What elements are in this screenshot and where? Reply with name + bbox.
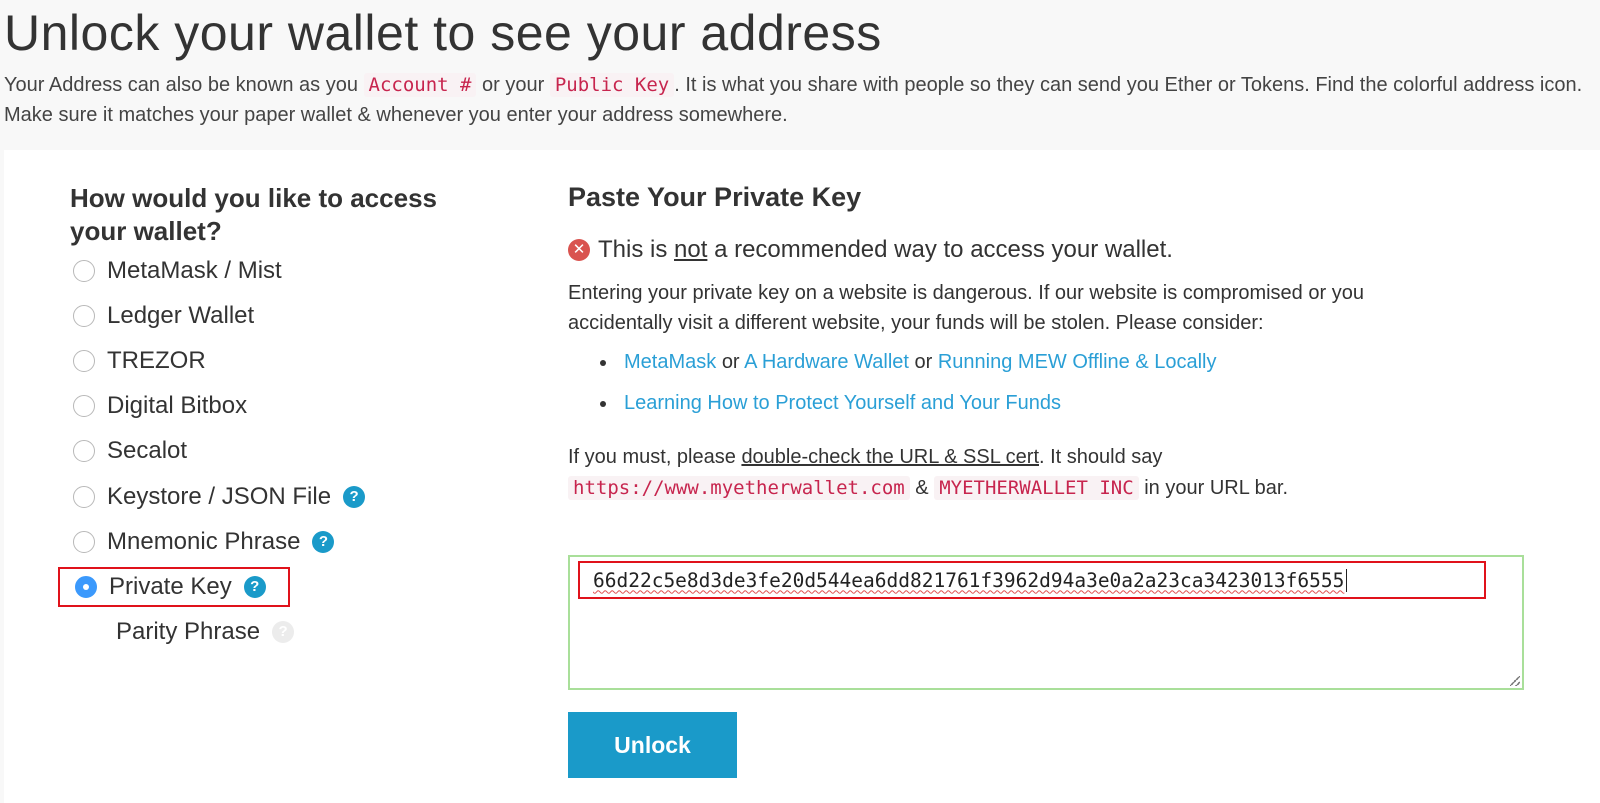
must-post: in your URL bar. xyxy=(1144,477,1289,499)
private-key-value-highlight: 66d22c5e8d3de3fe20d544ea6dd821761f3962d9… xyxy=(578,561,1486,599)
radio-metamask[interactable] xyxy=(73,260,95,282)
private-key-value[interactable]: 66d22c5e8d3de3fe20d544ea6dd821761f3962d9… xyxy=(593,568,1348,592)
offline-link[interactable]: Running MEW Offline & Locally xyxy=(938,351,1217,373)
page-description: Your Address can also be known as you Ac… xyxy=(4,70,1594,130)
desc-or: or your xyxy=(482,74,545,96)
must-pre: If you must, please xyxy=(568,446,736,468)
radio-mnemonic[interactable] xyxy=(73,531,95,553)
url-code: https://www.myetherwallet.com xyxy=(568,476,910,500)
warning-post: a recommended way to access your wallet. xyxy=(714,236,1173,263)
radio-trezor[interactable] xyxy=(73,350,95,372)
or-text: or xyxy=(721,351,740,373)
help-icon[interactable]: ? xyxy=(272,621,295,643)
radio-private-key[interactable] xyxy=(75,576,97,598)
list-item: MetaMask or A Hardware Wallet or Running… xyxy=(600,346,1217,387)
resize-grip-icon[interactable] xyxy=(1510,676,1520,686)
radio-secalot[interactable] xyxy=(73,440,95,462)
url-check-text: If you must, please double-check the URL… xyxy=(568,442,1468,504)
list-item: Learning How to Protect Yourself and You… xyxy=(600,387,1217,428)
desc-text-1: Your Address can also be known as you xyxy=(4,74,358,96)
option-secalot[interactable]: Secalot xyxy=(70,433,470,469)
help-icon[interactable]: ? xyxy=(343,486,366,508)
private-key-textarea[interactable]: 66d22c5e8d3de3fe20d544ea6dd821761f3962d9… xyxy=(568,555,1524,690)
metamask-link[interactable]: MetaMask xyxy=(624,351,716,373)
inc-code: MYETHERWALLET INC xyxy=(934,476,1139,500)
option-label: Mnemonic Phrase xyxy=(107,528,301,555)
ssl-cert-link[interactable]: double-check the URL & SSL cert xyxy=(741,446,1039,468)
access-heading: How would you like to access your wallet… xyxy=(70,183,437,246)
option-private-key[interactable]: Private Key ? xyxy=(58,567,290,607)
amp-text: & xyxy=(915,477,929,499)
radio-digital-bitbox[interactable] xyxy=(73,395,95,417)
option-label: Parity Phrase xyxy=(116,618,261,645)
radio-ledger[interactable] xyxy=(73,305,95,327)
option-ledger[interactable]: Ledger Wallet xyxy=(70,298,470,334)
protect-yourself-link[interactable]: Learning How to Protect Yourself and You… xyxy=(624,392,1061,414)
warning-pre: This is xyxy=(598,236,668,263)
option-metamask[interactable]: MetaMask / Mist xyxy=(70,253,470,289)
option-keystore[interactable]: Keystore / JSON File ? xyxy=(70,479,470,515)
option-parity-phrase[interactable]: Parity Phrase ? xyxy=(70,614,470,650)
unlock-button[interactable]: Unlock xyxy=(568,712,737,778)
option-label: MetaMask / Mist xyxy=(107,257,282,284)
hardware-wallet-link[interactable]: A Hardware Wallet xyxy=(744,351,909,373)
option-mnemonic[interactable]: Mnemonic Phrase ? xyxy=(70,524,470,560)
unlock-panel: How would you like to access your wallet… xyxy=(4,150,1600,803)
must-mid: . It should say xyxy=(1039,446,1163,468)
option-label: Ledger Wallet xyxy=(107,302,255,329)
option-digital-bitbox[interactable]: Digital Bitbox xyxy=(70,388,470,424)
help-icon[interactable]: ? xyxy=(312,531,335,553)
or-text: or xyxy=(914,351,933,373)
option-label: Private Key xyxy=(109,573,232,600)
private-key-heading: Paste Your Private Key xyxy=(568,182,862,212)
option-label: Keystore / JSON File xyxy=(107,483,332,510)
option-trezor[interactable]: TREZOR xyxy=(70,343,470,379)
radio-keystore[interactable] xyxy=(73,486,95,508)
option-label: TREZOR xyxy=(107,347,206,374)
alternatives-list: MetaMask or A Hardware Wallet or Running… xyxy=(600,346,1217,428)
danger-text: Entering your private key on a website i… xyxy=(568,282,1364,334)
warning-line: ✕ This is not a recommended way to acces… xyxy=(568,236,1173,264)
warning-not: not xyxy=(674,236,708,263)
option-label: Digital Bitbox xyxy=(107,392,248,419)
public-key-code: Public Key xyxy=(549,73,675,97)
help-icon[interactable]: ? xyxy=(243,576,266,598)
page-title: Unlock your wallet to see your address xyxy=(4,5,882,61)
account-code: Account # xyxy=(363,73,477,97)
error-x-icon: ✕ xyxy=(568,239,590,261)
option-label: Secalot xyxy=(107,437,188,464)
